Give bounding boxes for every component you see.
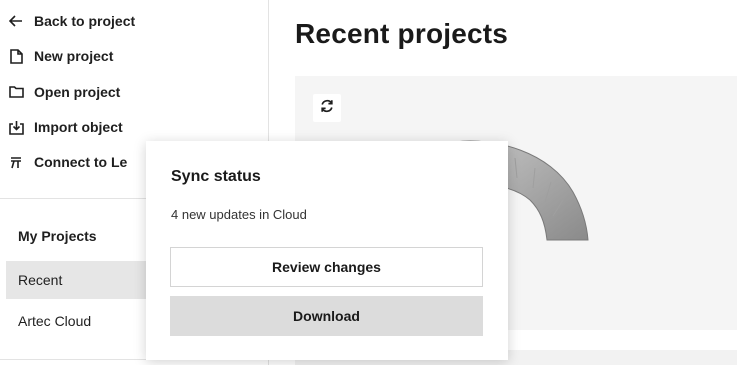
leo-icon bbox=[8, 154, 24, 170]
new-project-label: New project bbox=[34, 48, 114, 64]
sidebar-item-recent-label: Recent bbox=[18, 272, 63, 288]
import-object-label: Import object bbox=[34, 119, 123, 135]
open-project-button[interactable]: Open project bbox=[8, 79, 120, 105]
new-file-icon bbox=[8, 48, 24, 64]
import-object-button[interactable]: Import object bbox=[8, 114, 123, 140]
my-projects-heading: My Projects bbox=[18, 228, 97, 244]
page-title: Recent projects bbox=[295, 18, 509, 49]
sync-button[interactable] bbox=[313, 94, 341, 122]
sync-status-title: Sync status bbox=[171, 168, 261, 185]
import-icon bbox=[8, 119, 24, 135]
connect-to-leo-button[interactable]: Connect to Le bbox=[8, 149, 127, 175]
back-to-project-button[interactable]: Back to project bbox=[8, 8, 135, 34]
app-root: Back to project New project Open project… bbox=[0, 0, 737, 365]
sync-status-popover: Sync status 4 new updates in Cloud Revie… bbox=[146, 141, 508, 360]
download-button[interactable]: Download bbox=[170, 296, 483, 336]
review-changes-button[interactable]: Review changes bbox=[170, 247, 483, 287]
open-project-label: Open project bbox=[34, 84, 121, 100]
connect-to-leo-label: Connect to Le bbox=[34, 154, 128, 170]
back-to-project-label: Back to project bbox=[34, 13, 136, 29]
sync-icon bbox=[319, 98, 335, 119]
new-project-button[interactable]: New project bbox=[8, 43, 113, 69]
folder-icon bbox=[8, 84, 24, 100]
sidebar-item-artec-cloud-label: Artec Cloud bbox=[18, 313, 92, 329]
arrow-left-icon bbox=[8, 13, 24, 29]
sync-status-message: 4 new updates in Cloud bbox=[171, 207, 307, 222]
